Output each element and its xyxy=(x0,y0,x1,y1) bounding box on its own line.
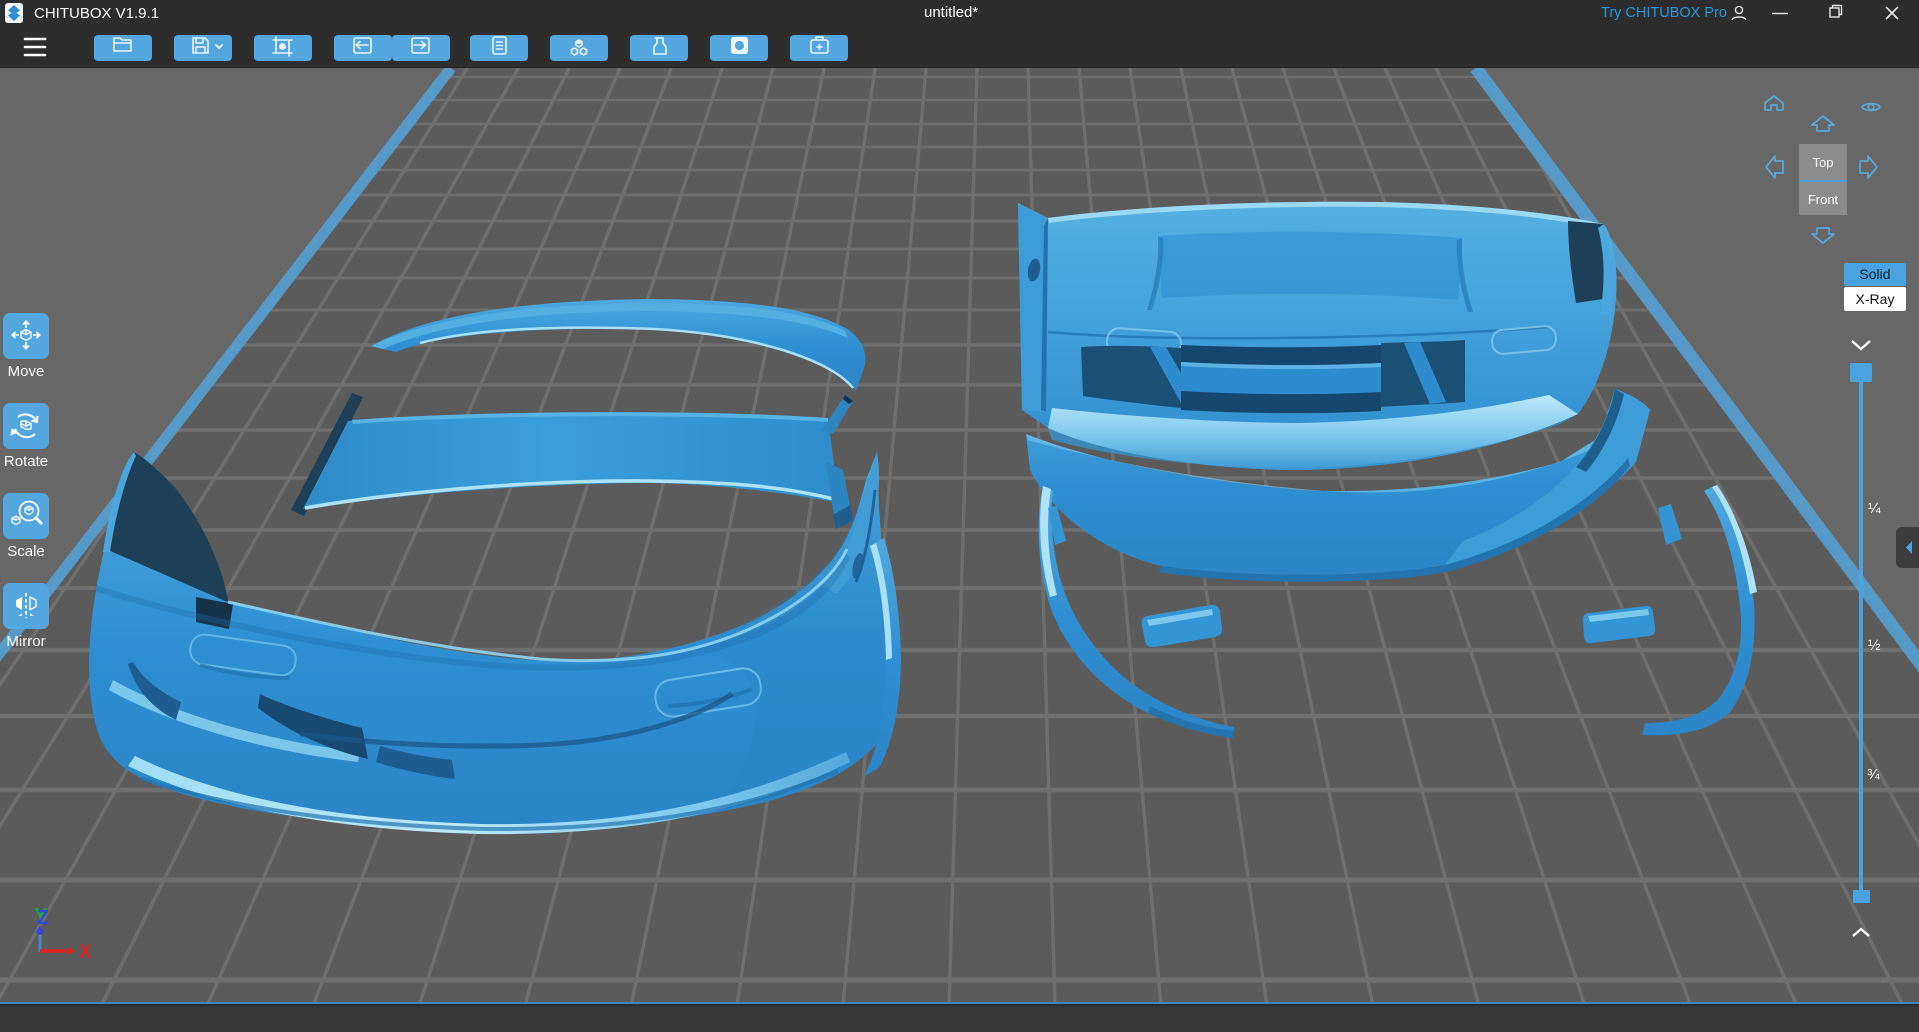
svg-text:Top: Top xyxy=(1813,155,1834,170)
svg-text:X-Ray: X-Ray xyxy=(1856,291,1895,307)
svg-text:Z: Z xyxy=(37,907,49,929)
svg-text:¼: ¼ xyxy=(1868,500,1881,517)
svg-text:X: X xyxy=(79,942,92,963)
svg-text:½: ½ xyxy=(1868,637,1881,654)
svg-text:Solid: Solid xyxy=(1859,266,1890,282)
svg-text:Front: Front xyxy=(1808,192,1839,207)
svg-text:¾: ¾ xyxy=(1867,766,1880,783)
